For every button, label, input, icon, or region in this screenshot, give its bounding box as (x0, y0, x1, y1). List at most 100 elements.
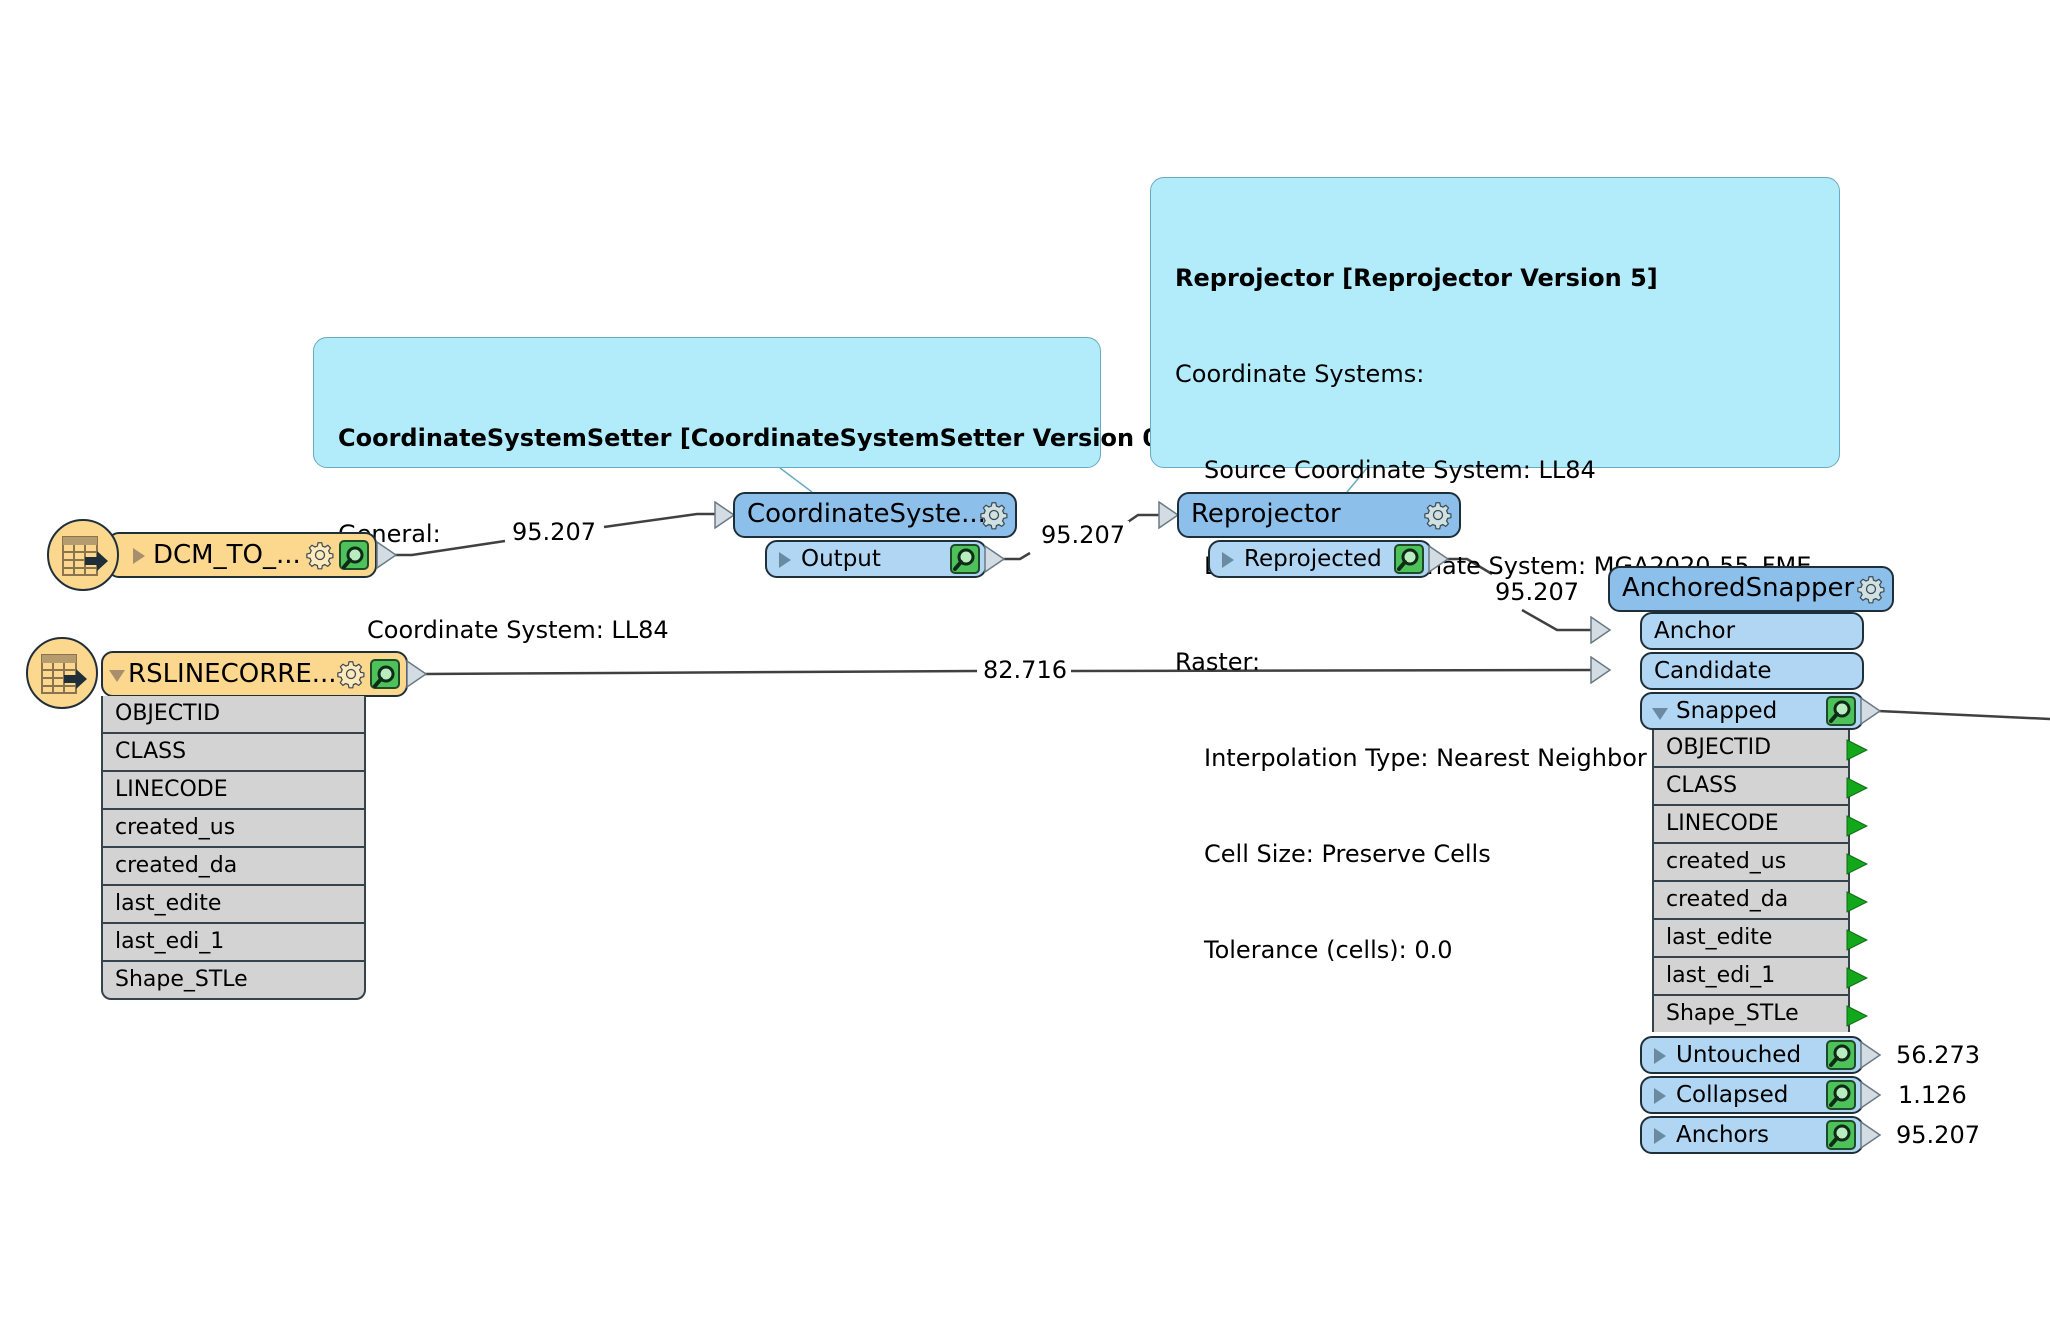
attribute-row[interactable]: Shape_STLe (103, 962, 364, 1000)
tooltip-coordinate-system-setter: CoordinateSystemSetter [CoordinateSystem… (313, 337, 1171, 644)
port-feature-count: 1.126 (1894, 1081, 1971, 1109)
attribute-output-arrow-icon[interactable] (1846, 891, 1868, 913)
attribute-row[interactable]: created_da (1654, 882, 1848, 920)
inspect-magnifier-icon[interactable] (1826, 1120, 1856, 1150)
attribute-output-arrow-icon[interactable] (1846, 739, 1868, 761)
expand-triangle-icon[interactable] (133, 548, 145, 564)
port-label: Collapsed (1676, 1082, 1789, 1108)
workspace-canvas[interactable]: 95.207 95.207 95.207 82.716 CoordinateSy… (0, 0, 2050, 1330)
attribute-output-arrow-icon[interactable] (1846, 777, 1868, 799)
port-label: Output (801, 546, 881, 572)
output-port-output[interactable]: Output (765, 540, 987, 578)
inspect-magnifier-icon[interactable] (1826, 1040, 1856, 1070)
snapped-attribute-list: OBJECTID CLASS LINECODE created_us creat… (1652, 730, 1850, 1032)
attribute-row[interactable]: OBJECTID (103, 696, 364, 734)
output-port-arrow-icon[interactable] (406, 660, 428, 688)
output-port-snapped[interactable]: Snapped (1640, 692, 1864, 730)
port-feature-count: 95.207 (1892, 1121, 1984, 1149)
reader-name: DCM_TO_... (153, 540, 301, 570)
tooltip-line: Coordinate Systems: (1175, 360, 1425, 388)
input-port-candidate[interactable]: Candidate (1640, 652, 1864, 690)
tooltip-line: Source Coordinate System: LL84 (1204, 456, 1596, 484)
reader-name: RSLINECORRE... (128, 659, 337, 689)
transformer-header[interactable]: CoordinateSyste... (733, 492, 1017, 538)
input-port-arrow-icon[interactable] (1590, 616, 1612, 644)
gear-icon[interactable] (1423, 500, 1453, 530)
inspect-magnifier-icon[interactable] (339, 540, 369, 570)
gear-icon[interactable] (1856, 574, 1886, 604)
attribute-row[interactable]: LINECODE (103, 772, 364, 810)
expand-triangle-icon[interactable] (1654, 1128, 1666, 1144)
port-label: Anchors (1676, 1122, 1770, 1148)
attribute-row[interactable]: CLASS (1654, 768, 1848, 806)
input-port-anchor[interactable]: Anchor (1640, 612, 1864, 650)
tooltip-title: CoordinateSystemSetter [CoordinateSystem… (338, 424, 1171, 452)
attribute-output-arrow-icon[interactable] (1846, 853, 1868, 875)
output-port-arrow-icon[interactable] (1860, 1041, 1882, 1069)
port-label: Reprojected (1244, 546, 1382, 572)
reader-bar[interactable]: RSLINECORRE... (101, 651, 408, 697)
attribute-list: OBJECTID CLASS LINECODE created_us creat… (101, 696, 366, 1000)
output-port-collapsed[interactable]: Collapsed (1640, 1076, 1864, 1114)
inspect-magnifier-icon[interactable] (950, 544, 980, 574)
transformer-reprojector[interactable]: Reprojector Reprojected (1158, 492, 1468, 582)
reader-rsline[interactable]: RSLINECORRE... OBJECTID CLASS LINECODE c… (26, 637, 428, 1002)
attribute-row[interactable]: last_edite (1654, 920, 1848, 958)
expand-triangle-icon[interactable] (779, 552, 791, 568)
port-label: Snapped (1676, 698, 1778, 724)
reader-dcm[interactable]: DCM_TO_... (47, 519, 398, 593)
transformer-name: Reprojector (1191, 499, 1341, 529)
table-reader-icon (61, 535, 109, 579)
transformer-name: AnchoredSnapper (1622, 573, 1855, 603)
attribute-row[interactable]: CLASS (103, 734, 364, 772)
attribute-row[interactable]: created_us (1654, 844, 1848, 882)
expand-triangle-icon[interactable] (1654, 1048, 1666, 1064)
gear-icon[interactable] (336, 659, 366, 689)
attribute-row[interactable]: last_edi_1 (103, 924, 364, 962)
reader-circle[interactable] (47, 519, 119, 591)
collapse-triangle-icon[interactable] (109, 670, 125, 682)
output-port-arrow-icon[interactable] (1860, 1121, 1882, 1149)
port-label: Anchor (1654, 618, 1736, 644)
attribute-row[interactable]: created_da (103, 848, 364, 886)
expand-triangle-icon[interactable] (1654, 1088, 1666, 1104)
reader-circle[interactable] (26, 637, 98, 709)
inspect-magnifier-icon[interactable] (370, 659, 400, 689)
port-label: Untouched (1676, 1042, 1802, 1068)
attribute-row[interactable]: created_us (103, 810, 364, 848)
output-port-arrow-icon[interactable] (376, 541, 398, 569)
attribute-output-arrow-icon[interactable] (1846, 929, 1868, 951)
gear-icon[interactable] (979, 500, 1009, 530)
tooltip-reprojector: Reprojector [Reprojector Version 5] Coor… (1150, 177, 1840, 964)
transformer-coordinate-system-setter[interactable]: CoordinateSyste... Output (714, 492, 1024, 582)
output-port-arrow-icon[interactable] (1860, 697, 1882, 725)
attribute-row[interactable]: last_edi_1 (1654, 958, 1848, 996)
collapse-triangle-icon[interactable] (1652, 708, 1668, 720)
output-port-untouched[interactable]: Untouched (1640, 1036, 1864, 1074)
inspect-magnifier-icon[interactable] (1826, 1080, 1856, 1110)
output-port-reprojected[interactable]: Reprojected (1208, 540, 1432, 578)
output-port-anchors[interactable]: Anchors (1640, 1116, 1864, 1154)
transformer-anchored-snapper[interactable]: AnchoredSnapper Anchor Candidate Snapped… (1590, 564, 2050, 1164)
output-port-arrow-icon[interactable] (1428, 545, 1450, 573)
expand-triangle-icon[interactable] (1222, 552, 1234, 568)
transformer-header[interactable]: Reprojector (1177, 492, 1461, 538)
port-feature-count: 56.273 (1892, 1041, 1984, 1069)
inspect-magnifier-icon[interactable] (1394, 544, 1424, 574)
attribute-output-arrow-icon[interactable] (1846, 1005, 1868, 1027)
input-port-arrow-icon[interactable] (1590, 656, 1612, 684)
inspect-magnifier-icon[interactable] (1826, 696, 1856, 726)
transformer-name: CoordinateSyste... (747, 499, 986, 529)
attribute-row[interactable]: LINECODE (1654, 806, 1848, 844)
attribute-output-arrow-icon[interactable] (1846, 967, 1868, 989)
output-port-arrow-icon[interactable] (984, 545, 1006, 573)
transformer-header[interactable]: AnchoredSnapper (1608, 566, 1894, 612)
output-port-arrow-icon[interactable] (1860, 1081, 1882, 1109)
attribute-row[interactable]: Shape_STLe (1654, 996, 1848, 1034)
attribute-row[interactable]: last_edite (103, 886, 364, 924)
tooltip-title: Reprojector [Reprojector Version 5] (1175, 264, 1658, 292)
gear-icon[interactable] (305, 540, 335, 570)
attribute-row[interactable]: OBJECTID (1654, 730, 1848, 768)
attribute-output-arrow-icon[interactable] (1846, 815, 1868, 837)
reader-bar[interactable]: DCM_TO_... (107, 532, 377, 578)
